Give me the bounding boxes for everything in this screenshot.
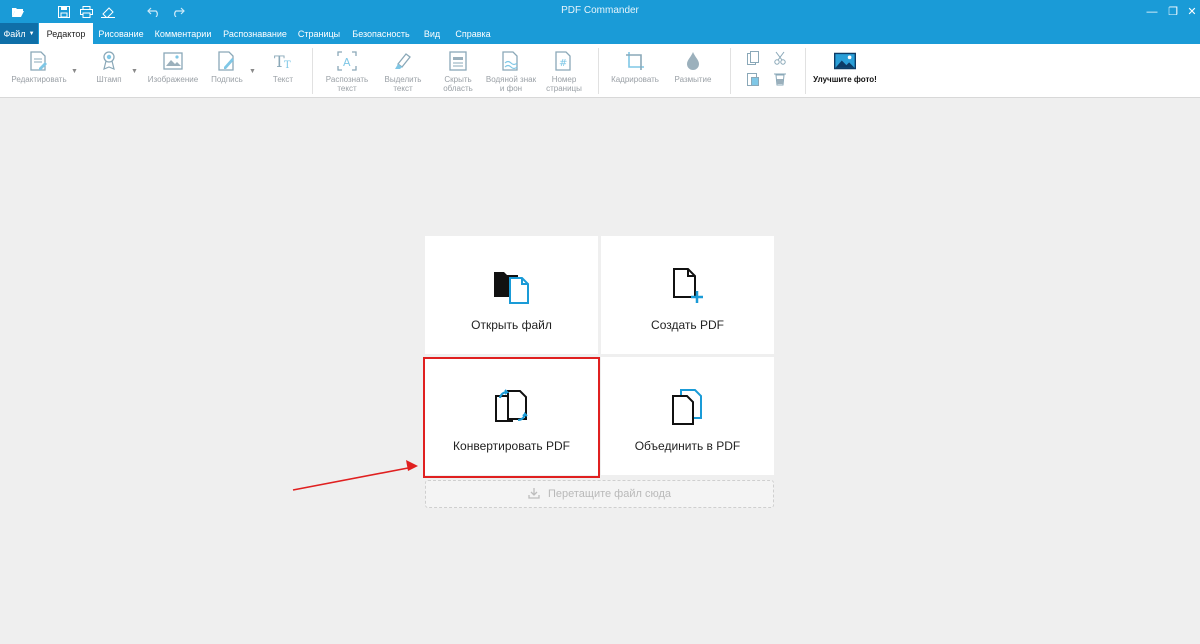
- blur-button[interactable]: Размытие: [670, 50, 716, 84]
- ribbon-separator: [312, 48, 313, 94]
- chevron-down-icon[interactable]: ▼: [131, 68, 138, 75]
- file-menu-button[interactable]: Файл ▼: [0, 23, 38, 44]
- drop-zone-label: Перетащите файл сюда: [547, 488, 672, 500]
- page-number-label: Номер страницы: [546, 75, 582, 93]
- highlighter-icon: [392, 50, 414, 72]
- signature-label: Подпись: [211, 75, 243, 84]
- tab-comments[interactable]: Комментарии: [154, 23, 212, 44]
- open-file-label: Открыть файл: [471, 318, 552, 332]
- ribbon-separator: [598, 48, 599, 94]
- crop-button[interactable]: Кадрировать: [608, 50, 662, 84]
- tab-drawing[interactable]: Рисование: [96, 23, 146, 44]
- select-text-button[interactable]: Выделить текст: [378, 50, 428, 93]
- page-number-button[interactable]: # Номер страницы: [542, 50, 586, 93]
- image-button[interactable]: Изображение: [146, 50, 200, 84]
- menu-tabs: Файл ▼ Редактор Рисование Комментарии Ра…: [0, 23, 1200, 44]
- stamp-icon: [98, 50, 120, 72]
- watermark-icon: [500, 50, 522, 72]
- hide-area-label: Скрыть область: [443, 75, 473, 93]
- ribbon-separator: [730, 48, 731, 94]
- window-title: PDF Commander: [561, 5, 639, 16]
- convert-pdf-tile[interactable]: Конвертировать PDF: [425, 357, 598, 475]
- ocr-icon: A: [336, 50, 358, 72]
- chevron-down-icon[interactable]: ▼: [249, 68, 256, 75]
- tab-pages[interactable]: Страницы: [296, 23, 342, 44]
- watermark-label: Водяной знак и фон: [485, 75, 537, 93]
- tab-help[interactable]: Справка: [450, 23, 496, 44]
- merge-pdf-icon: [668, 387, 708, 427]
- scissors-icon[interactable]: [772, 50, 788, 66]
- svg-text:A: A: [343, 56, 351, 69]
- blur-drop-icon: [682, 50, 704, 72]
- photo-icon: [834, 50, 856, 72]
- image-label: Изображение: [147, 75, 199, 84]
- text-icon: TT: [272, 50, 294, 72]
- restore-button[interactable]: ❐: [1165, 3, 1181, 20]
- ribbon-toolbar: Редактировать ▼ Штамп ▼ Изображение Подп…: [0, 44, 1200, 98]
- stamp-button[interactable]: Штамп: [90, 50, 128, 84]
- text-button[interactable]: TT Текст: [268, 50, 298, 84]
- blur-label: Размытие: [674, 75, 712, 84]
- drop-zone[interactable]: Перетащите файл сюда: [425, 480, 774, 508]
- copy-icon[interactable]: [745, 50, 761, 66]
- ribbon-separator: [805, 48, 806, 94]
- open-file-tile[interactable]: Открыть файл: [425, 236, 598, 354]
- redact-icon: [447, 50, 469, 72]
- delete-icon[interactable]: [772, 71, 788, 87]
- create-pdf-tile[interactable]: Создать PDF: [601, 236, 774, 354]
- merge-pdf-label: Объединить в PDF: [634, 439, 741, 453]
- minimize-button[interactable]: —: [1144, 3, 1160, 20]
- select-text-label: Выделить текст: [384, 75, 422, 93]
- edit-button[interactable]: Редактировать: [10, 50, 68, 84]
- edit-document-icon: [28, 50, 50, 72]
- tab-security[interactable]: Безопасность: [350, 23, 412, 44]
- svg-text:T: T: [284, 60, 291, 70]
- tab-view[interactable]: Вид: [420, 23, 444, 44]
- edit-label: Редактировать: [11, 75, 67, 84]
- merge-pdf-tile[interactable]: Объединить в PDF: [601, 357, 774, 475]
- download-icon: [528, 487, 540, 502]
- page-number-icon: #: [553, 50, 575, 72]
- signature-button[interactable]: Подпись: [208, 50, 246, 84]
- title-bar: PDF Commander — ❐ ✕: [0, 0, 1200, 23]
- svg-text:#: #: [559, 58, 567, 69]
- crop-icon: [624, 50, 646, 72]
- recognize-text-button[interactable]: A Распознать текст: [320, 50, 374, 93]
- chevron-down-icon[interactable]: ▼: [71, 68, 78, 75]
- image-icon: [162, 50, 184, 72]
- open-folder-icon: [492, 266, 532, 306]
- create-pdf-icon: [668, 266, 708, 306]
- improve-photo-label: Улучшите фото!: [813, 75, 877, 84]
- convert-pdf-label: Конвертировать PDF: [453, 439, 570, 453]
- stamp-label: Штамп: [96, 75, 122, 84]
- chevron-down-icon: ▼: [28, 30, 35, 37]
- signature-icon: [216, 50, 238, 72]
- tab-editor[interactable]: Редактор: [39, 23, 93, 44]
- recognize-text-label: Распознать текст: [325, 75, 369, 93]
- create-pdf-label: Создать PDF: [651, 318, 724, 332]
- file-menu-label: Файл: [3, 28, 26, 39]
- crop-label: Кадрировать: [611, 75, 659, 84]
- paste-icon[interactable]: [745, 71, 761, 87]
- watermark-button[interactable]: Водяной знак и фон: [482, 50, 540, 93]
- convert-pdf-icon: [492, 387, 532, 427]
- tab-recognition[interactable]: Распознавание: [222, 23, 288, 44]
- close-button[interactable]: ✕: [1184, 3, 1200, 20]
- text-label: Текст: [272, 75, 294, 84]
- improve-photo-button[interactable]: Улучшите фото!: [812, 50, 878, 84]
- hide-area-button[interactable]: Скрыть область: [434, 50, 482, 93]
